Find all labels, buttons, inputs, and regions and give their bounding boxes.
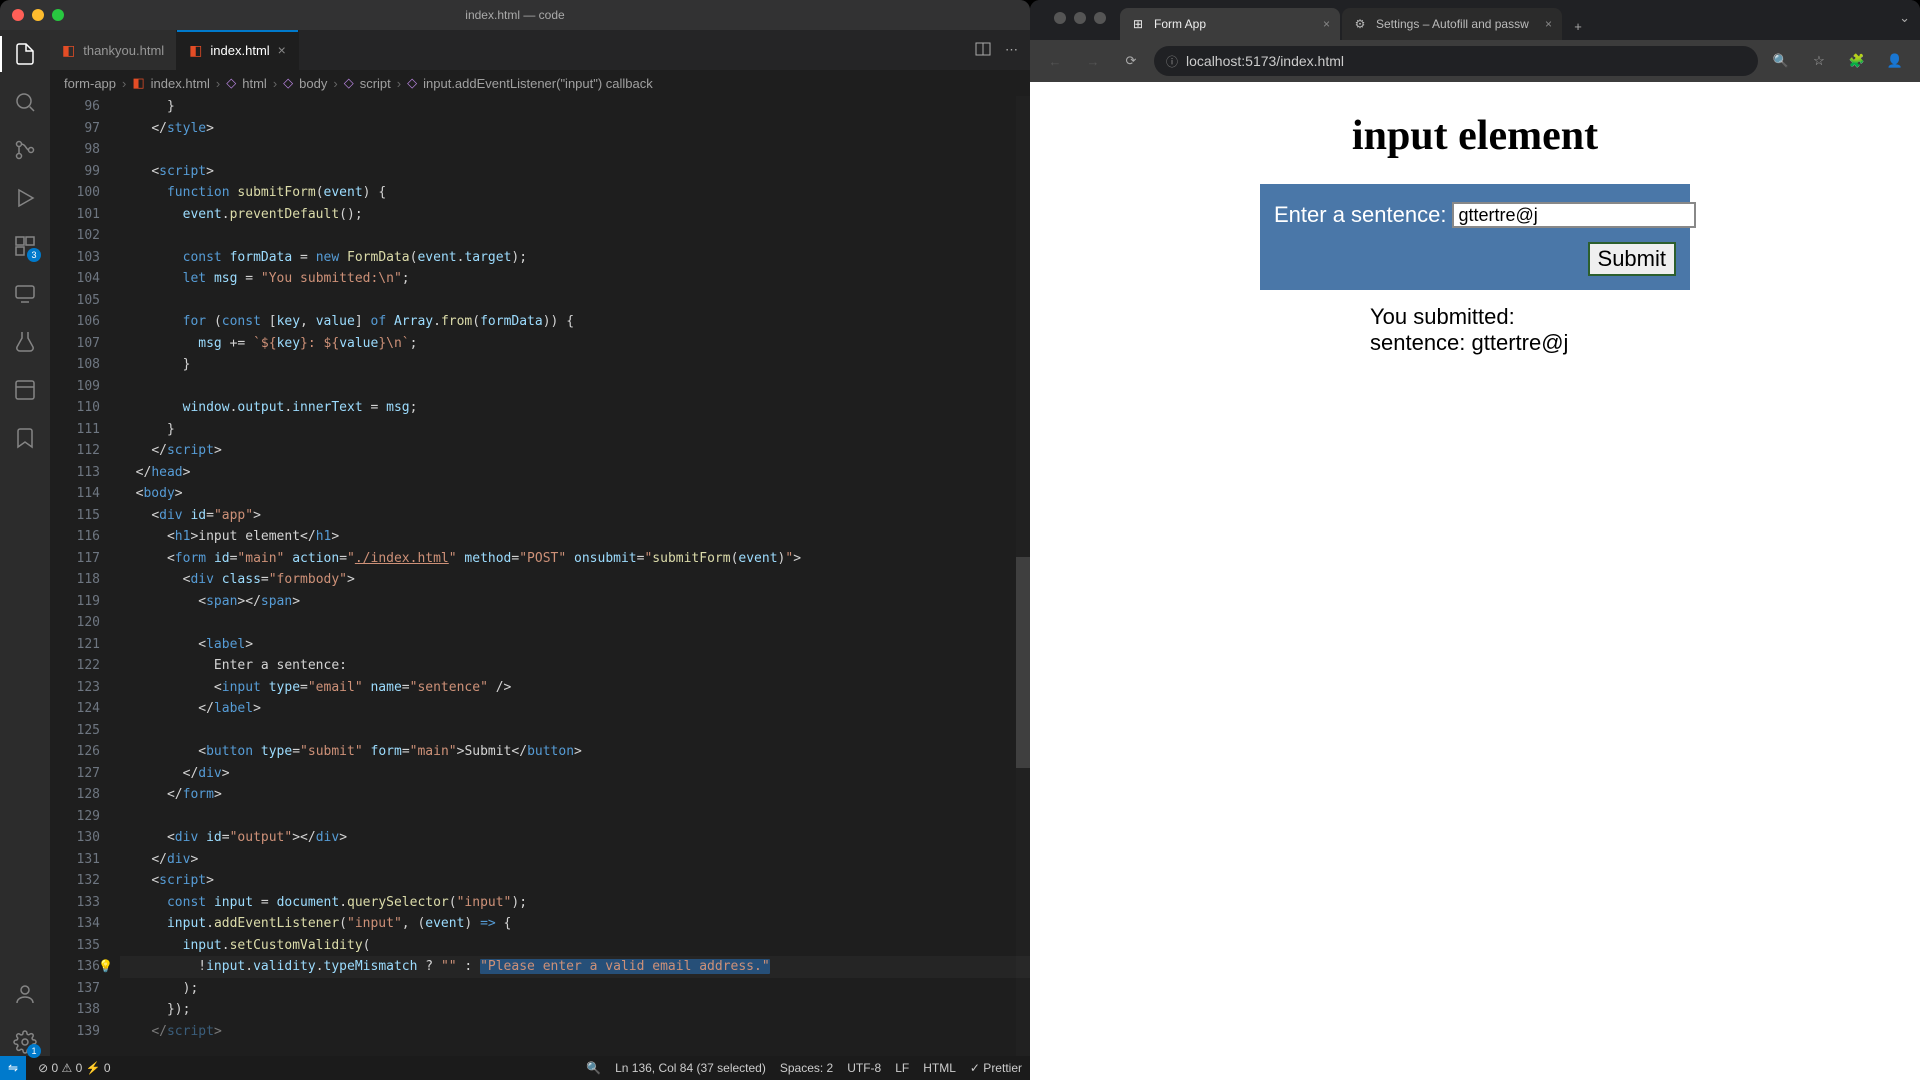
symbol-icon: ◇ <box>344 75 354 91</box>
bc-item[interactable]: input.addEventListener("input") callback <box>423 76 653 91</box>
bc-item[interactable]: body <box>299 76 327 91</box>
traffic-lights <box>1042 12 1106 24</box>
explorer-icon[interactable] <box>11 40 39 68</box>
symbol-icon: ◇ <box>407 75 417 91</box>
traffic-lights <box>0 9 64 21</box>
activity-bar: 3 1 <box>0 30 50 1056</box>
bc-item[interactable]: index.html <box>151 76 210 91</box>
address-bar[interactable]: ⓘ localhost:5173/index.html <box>1154 46 1758 76</box>
tab-bar: ◧ thankyou.html ◧ index.html × ⋯ <box>50 30 1030 70</box>
close-button[interactable] <box>1054 12 1066 24</box>
tab-actions: ⋯ <box>975 30 1030 70</box>
window-title: index.html — code <box>0 8 1030 22</box>
sentence-input[interactable] <box>1452 202 1696 228</box>
encoding-indicator[interactable]: UTF-8 <box>847 1061 881 1075</box>
eol-indicator[interactable]: LF <box>895 1061 909 1075</box>
language-indicator[interactable]: HTML <box>923 1061 956 1075</box>
tab-label: thankyou.html <box>83 43 164 58</box>
accounts-icon[interactable] <box>11 980 39 1008</box>
close-button[interactable] <box>12 9 24 21</box>
extensions-icon[interactable]: 3 <box>11 232 39 260</box>
forward-button[interactable]: → <box>1078 46 1108 76</box>
browser-tab[interactable]: ⚙ Settings – Autofill and passw × <box>1342 8 1562 40</box>
extensions-badge: 3 <box>27 248 41 262</box>
tab-label: Form App <box>1154 17 1206 31</box>
settings-icon[interactable]: 1 <box>11 1028 39 1056</box>
site-info-icon[interactable]: ⓘ <box>1166 53 1178 70</box>
profile-icon[interactable]: 👤 <box>1880 46 1910 76</box>
maximize-button[interactable] <box>52 9 64 21</box>
vscode-titlebar[interactable]: index.html — code <box>0 0 1030 30</box>
maximize-button[interactable] <box>1094 12 1106 24</box>
favicon-icon: ⊞ <box>1130 16 1146 32</box>
bc-item[interactable]: html <box>242 76 267 91</box>
back-button[interactable]: ← <box>1040 46 1070 76</box>
html-file-icon: ◧ <box>62 42 75 59</box>
symbol-icon: ◇ <box>283 75 293 91</box>
vscode-window: index.html — code 3 1 ◧ thankyou.html <box>0 0 1030 1080</box>
remote-indicator[interactable]: ⇋ <box>0 1056 26 1080</box>
status-bar: ⇋ ⊘ 0 ⚠ 0 ⚡ 0 🔍 Ln 136, Col 84 (37 selec… <box>0 1056 1030 1080</box>
search-icon[interactable] <box>11 88 39 116</box>
more-icon[interactable]: ⋯ <box>1005 42 1018 58</box>
tab-label: Settings – Autofill and passw <box>1376 17 1529 31</box>
minimize-button[interactable] <box>32 9 44 21</box>
bc-item[interactable]: script <box>360 76 391 91</box>
formatter-indicator[interactable]: ✓ Prettier <box>970 1061 1022 1075</box>
browser-tab-active[interactable]: ⊞ Form App × <box>1120 8 1340 40</box>
lightbulb-icon[interactable]: 💡 <box>98 956 113 978</box>
url-text: localhost:5173/index.html <box>1186 53 1344 69</box>
zoom-icon[interactable]: 🔍 <box>1766 46 1796 76</box>
rendered-page: input element Enter a sentence: Submit Y… <box>1030 82 1920 1080</box>
minimap[interactable] <box>1016 96 1030 1056</box>
indent-indicator[interactable]: Spaces: 2 <box>780 1061 833 1075</box>
chrome-window: ⊞ Form App × ⚙ Settings – Autofill and p… <box>1030 0 1920 1080</box>
reload-button[interactable]: ⟳ <box>1116 46 1146 76</box>
code-editor[interactable]: 9697989910010110210310410510610710810911… <box>50 96 1030 1056</box>
form-container: Enter a sentence: Submit <box>1260 184 1690 290</box>
code-content[interactable]: } </style> <script> function submitForm(… <box>120 96 1030 1056</box>
remote-icon[interactable] <box>11 280 39 308</box>
close-icon[interactable]: × <box>278 42 286 58</box>
output-text: You submitted: sentence: gttertre@j <box>1260 304 1690 356</box>
chrome-toolbar: ← → ⟳ ⓘ localhost:5173/index.html 🔍 ☆ 🧩 … <box>1030 40 1920 82</box>
symbol-icon: ◇ <box>226 75 236 91</box>
bc-item[interactable]: form-app <box>64 76 116 91</box>
page-heading: input element <box>1352 112 1598 160</box>
close-icon[interactable]: × <box>1323 17 1330 31</box>
chevron-down-icon[interactable]: ⌄ <box>1899 10 1910 26</box>
new-tab-button[interactable]: + <box>1564 12 1592 40</box>
extensions-icon[interactable]: 🧩 <box>1842 46 1872 76</box>
timeline-icon[interactable] <box>11 376 39 404</box>
bookmarks-icon[interactable] <box>11 424 39 452</box>
gear-icon: ⚙ <box>1352 16 1368 32</box>
testing-icon[interactable] <box>11 328 39 356</box>
submit-button[interactable]: Submit <box>1588 242 1676 276</box>
search-icon[interactable]: 🔍 <box>586 1061 601 1075</box>
tab-label: index.html <box>210 43 269 58</box>
bookmark-icon[interactable]: ☆ <box>1804 46 1834 76</box>
split-editor-icon[interactable] <box>975 41 991 60</box>
minimize-button[interactable] <box>1074 12 1086 24</box>
minimap-thumb[interactable] <box>1016 557 1030 768</box>
tab-thankyou[interactable]: ◧ thankyou.html <box>50 30 177 70</box>
tab-index[interactable]: ◧ index.html × <box>177 30 299 70</box>
problems-indicator[interactable]: ⊘ 0 ⚠ 0 ⚡ 0 <box>38 1061 111 1075</box>
html-file-icon: ◧ <box>132 75 144 91</box>
breadcrumb[interactable]: form-app› ◧ index.html› ◇ html› ◇ body› … <box>50 70 1030 96</box>
chrome-tabstrip: ⊞ Form App × ⚙ Settings – Autofill and p… <box>1030 0 1920 40</box>
run-debug-icon[interactable] <box>11 184 39 212</box>
settings-badge: 1 <box>27 1044 41 1058</box>
source-control-icon[interactable] <box>11 136 39 164</box>
cursor-position[interactable]: Ln 136, Col 84 (37 selected) <box>615 1061 766 1075</box>
editor-area: ◧ thankyou.html ◧ index.html × ⋯ form-ap… <box>50 30 1030 1056</box>
line-gutter: 9697989910010110210310410510610710810911… <box>50 96 120 1056</box>
form-row: Enter a sentence: <box>1274 202 1676 228</box>
close-icon[interactable]: × <box>1545 17 1552 31</box>
html-file-icon: ◧ <box>189 42 202 59</box>
input-label: Enter a sentence: <box>1274 202 1446 228</box>
